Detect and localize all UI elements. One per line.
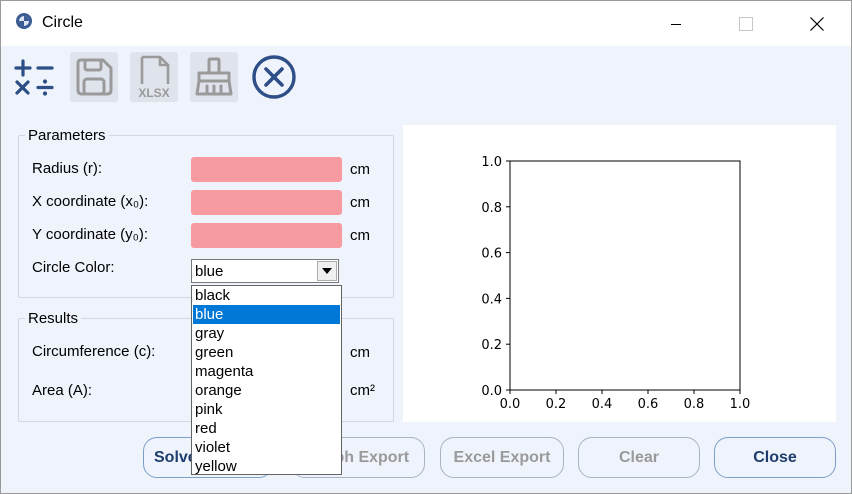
minimize-icon <box>671 23 681 25</box>
dropdown-option-magenta[interactable]: magenta <box>193 362 340 381</box>
minimize-button[interactable] <box>653 1 699 46</box>
x-tick-label: 0.8 <box>684 397 705 412</box>
y-tick-label: 0.8 <box>481 201 502 216</box>
dropdown-option-gray[interactable]: gray <box>193 324 340 343</box>
toolbar: XLSX <box>1 46 851 108</box>
x-tick-label: 0.0 <box>500 397 521 412</box>
dropdown-option-yellow[interactable]: yellow <box>193 457 340 476</box>
circumference-unit: cm <box>350 344 370 361</box>
chevron-down-icon <box>322 268 332 274</box>
circle-color-label: Circle Color: <box>32 259 115 276</box>
cancel-icon <box>252 55 296 99</box>
y-tick-label: 0.2 <box>481 338 502 353</box>
title-bar: Circle <box>1 1 851 46</box>
y-tick-label: 1.0 <box>481 155 502 170</box>
x-tick-label: 0.2 <box>546 397 567 412</box>
dropdown-option-green[interactable]: green <box>193 343 340 362</box>
x-tick-label: 0.6 <box>638 397 659 412</box>
close-window-button[interactable] <box>794 1 840 46</box>
x-tick-label: 1.0 <box>730 397 751 412</box>
dropdown-option-black[interactable]: black <box>193 286 340 305</box>
dropdown-option-blue[interactable]: blue <box>193 305 340 324</box>
close-icon <box>810 16 824 31</box>
clear-button[interactable]: Clear <box>578 437 700 478</box>
circle-color-value: blue <box>195 263 224 280</box>
plot-axes-frame <box>509 160 741 391</box>
clear-tool-button[interactable] <box>190 52 238 102</box>
dropdown-option-violet[interactable]: violet <box>193 438 340 457</box>
dropdown-arrow-button[interactable] <box>317 261 337 281</box>
radius-unit: cm <box>350 161 370 178</box>
dropdown-option-orange[interactable]: orange <box>193 381 340 400</box>
dropdown-option-pink[interactable]: pink <box>193 400 340 419</box>
y-tick-label: 0.6 <box>481 247 502 262</box>
results-title: Results <box>25 310 82 327</box>
y-tick-label: 0.4 <box>481 292 502 307</box>
calculator-icon <box>14 59 54 96</box>
y-coordinate-input[interactable] <box>191 223 342 248</box>
parameters-title: Parameters <box>25 127 109 144</box>
radius-label: Radius (r): <box>32 160 103 177</box>
save-icon <box>76 58 113 96</box>
excel-export-button[interactable]: Excel Export <box>440 437 564 478</box>
circumference-label: Circumference (c): <box>32 343 156 360</box>
save-tool-button[interactable] <box>70 52 118 102</box>
area-label: Area (A): <box>32 382 93 399</box>
window-title: Circle <box>42 14 83 31</box>
cancel-tool-button[interactable] <box>250 52 298 102</box>
circle-color-dropdown: black blue gray green magenta orange pink red vi… <box>191 285 342 475</box>
calculate-tool-button[interactable] <box>10 52 58 102</box>
y-tick-label: 0.0 <box>481 384 502 399</box>
xlsx-tool-button[interactable]: XLSX <box>130 52 178 102</box>
circle-color-select[interactable]: blue <box>191 259 339 283</box>
maximize-icon <box>739 16 753 31</box>
x-tick-label: 0.4 <box>592 397 613 412</box>
empty-plot: 0.0 0.2 0.4 0.6 0.8 1.0 0.0 0.2 0.4 0.6 0.8 1.0 <box>481 155 751 412</box>
svg-text:XLSX: XLSX <box>138 86 169 100</box>
plot-canvas: 0.0 0.2 0.4 0.6 0.8 1.0 0.0 0.2 0.4 0.6 0.8 1.0 <box>403 125 836 422</box>
app-icon <box>16 13 32 29</box>
x-coordinate-label: X coordinate (x₀): <box>32 193 149 210</box>
x-coordinate-unit: cm <box>350 194 370 211</box>
xlsx-icon: XLSX <box>138 55 170 100</box>
y-coordinate-unit: cm <box>350 227 370 244</box>
y-coordinate-label: Y coordinate (y₀): <box>32 226 149 243</box>
area-unit: cm² <box>350 382 375 399</box>
dropdown-option-red[interactable]: red <box>193 419 340 438</box>
main-window: Circle XLSX Parameters Radius (r): cm X … <box>0 0 852 494</box>
radius-input[interactable] <box>191 157 342 182</box>
broom-icon <box>195 57 233 96</box>
x-coordinate-input[interactable] <box>191 190 342 215</box>
close-button[interactable]: Close <box>714 437 836 478</box>
maximize-button[interactable] <box>723 1 769 46</box>
